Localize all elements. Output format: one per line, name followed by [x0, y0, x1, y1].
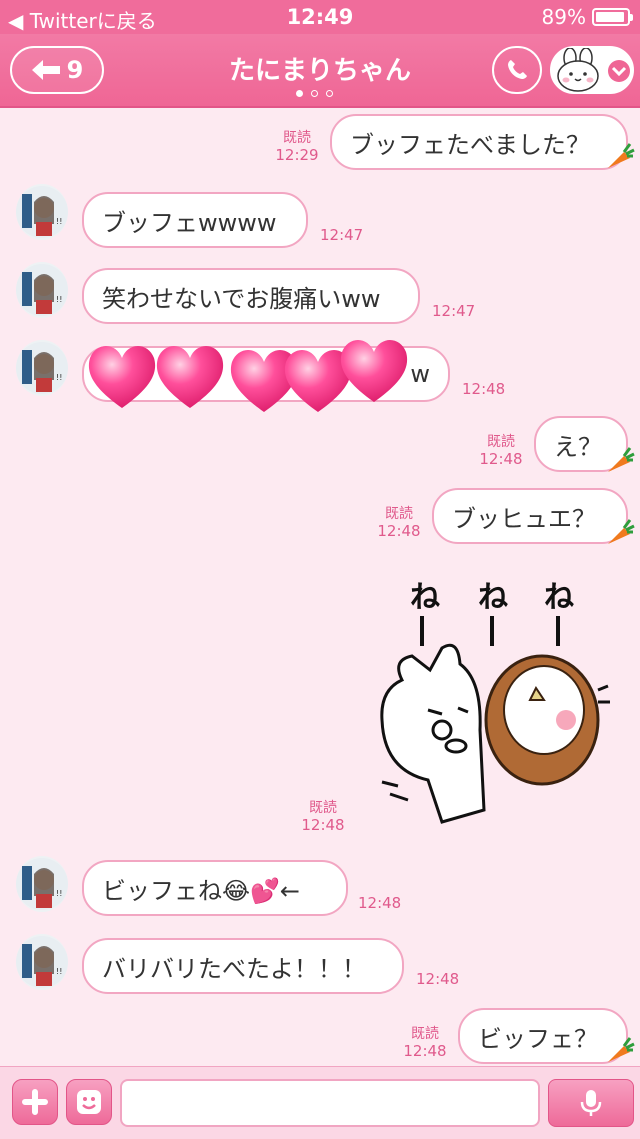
svg-text:!!: !!	[56, 295, 62, 304]
message-time: 12:48	[416, 970, 460, 988]
chat-title: たにまりちゃん	[228, 56, 411, 86]
heart-icon	[230, 350, 298, 412]
heart-icon	[88, 346, 156, 408]
carrot-icon	[608, 447, 635, 472]
svg-text:!!: !!	[56, 889, 62, 898]
message-time: 12:48	[403, 1042, 447, 1060]
battery-indicator: 89%	[541, 5, 633, 29]
message-time: 12:48	[301, 816, 345, 834]
chat-screen: ◀ Twitterに戻る 12:49 89% 9 たにまりちゃん 既読 12:2…	[0, 0, 640, 1139]
message-bubble[interactable]: 笑わせないでお腹痛いww	[82, 268, 420, 324]
chat-header: 9 たにまりちゃん	[0, 34, 640, 108]
carrot-icon	[608, 519, 635, 544]
message-bubble[interactable]: ビッフェ？	[458, 1008, 628, 1064]
add-button[interactable]	[12, 1079, 58, 1125]
sticker-text: ね	[544, 580, 574, 615]
message-time: 12:48	[377, 522, 421, 540]
status-bar: ◀ Twitterに戻る 12:49 89%	[0, 0, 640, 34]
message-time: 12:47	[320, 226, 364, 244]
smiley-icon	[77, 1090, 101, 1114]
battery-percent: 89%	[541, 5, 586, 29]
carrot-icon	[608, 1037, 635, 1062]
chevron-down-icon	[608, 60, 630, 82]
read-receipt: 既読	[309, 800, 337, 816]
battery-icon	[592, 8, 633, 26]
bunny-icon	[557, 48, 599, 92]
page-dots	[296, 90, 333, 97]
menu-button[interactable]	[550, 46, 634, 94]
heart-icon	[340, 340, 408, 402]
message-bubble[interactable]: ブッフェwwww	[82, 192, 308, 248]
heart-icon	[156, 346, 224, 408]
read-receipt: 既読	[487, 434, 515, 450]
composer-bar	[0, 1066, 640, 1139]
message-time: 12:48	[358, 894, 402, 912]
avatar-image: !!	[16, 342, 68, 394]
phone-icon	[508, 60, 527, 79]
avatar[interactable]: !!	[16, 934, 68, 990]
read-receipt: 既読	[283, 130, 311, 146]
svg-text:!!: !!	[56, 967, 62, 976]
message-time: 12:48	[479, 450, 523, 468]
avatar-image: !!	[16, 264, 68, 316]
sticker-text: ね	[410, 580, 440, 615]
avatar-image: !!	[16, 186, 68, 238]
message-bubble[interactable]: バリバリたべたよ！！！	[82, 938, 404, 994]
avatar[interactable]: !!	[16, 340, 68, 396]
hearts-sticker	[88, 340, 408, 412]
message-time: 12:47	[432, 302, 476, 320]
avatar[interactable]: !!	[16, 262, 68, 318]
sticker-text: ね	[478, 580, 508, 615]
avatar-image: !!	[16, 936, 68, 988]
svg-text:!!: !!	[56, 217, 62, 226]
message-bubble[interactable]: ブッヒュエ？	[432, 488, 628, 544]
svg-text:!!: !!	[56, 373, 62, 382]
read-receipt: 既読	[385, 506, 413, 522]
avatar[interactable]: !!	[16, 184, 68, 240]
plus-icon	[22, 1089, 48, 1115]
microphone-icon	[580, 1090, 602, 1116]
message-time: 12:48	[462, 380, 506, 398]
avatar-image: !!	[16, 858, 68, 910]
voice-button[interactable]	[548, 1079, 634, 1127]
read-receipt: 既読	[411, 1026, 439, 1042]
carrot-icon	[608, 143, 635, 168]
avatar[interactable]: !!	[16, 856, 68, 912]
message-input[interactable]	[120, 1079, 540, 1127]
sticker[interactable]: ね ね ね	[372, 560, 628, 830]
call-button[interactable]	[492, 46, 542, 94]
message-bubble[interactable]: ブッフェたべました？	[330, 114, 628, 170]
message-time: 12:29	[275, 146, 319, 164]
message-bubble[interactable]: ビッフェね😂💕←	[82, 860, 348, 916]
sticker-button[interactable]	[66, 1079, 112, 1125]
